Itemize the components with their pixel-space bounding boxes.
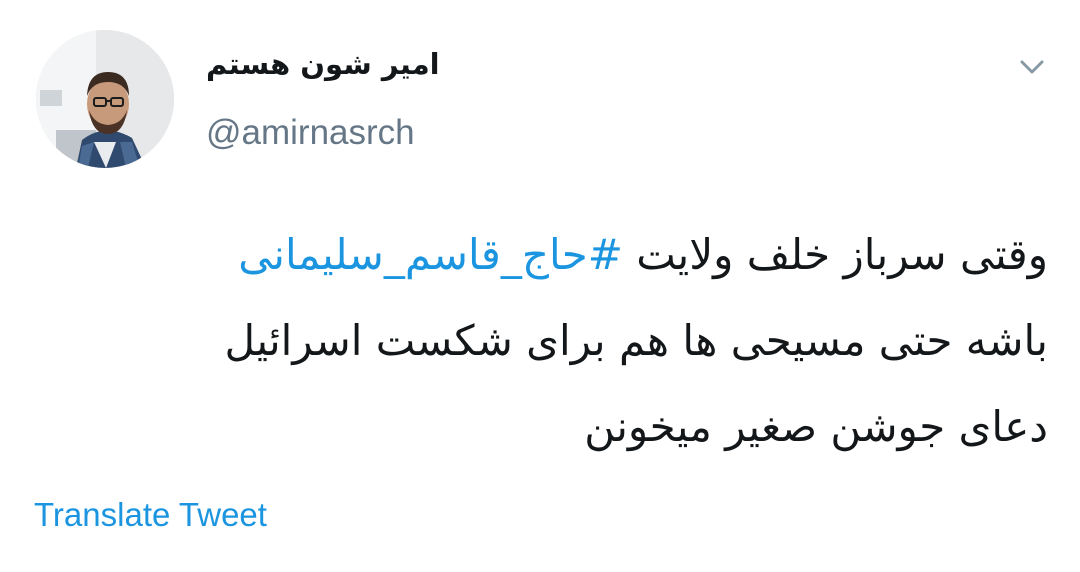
- tweet-text-line-2: باشه حتی مسیحی ها هم برای شکست اسرائیل: [224, 316, 1048, 365]
- translate-tweet-link[interactable]: Translate Tweet: [34, 494, 267, 536]
- tweet-text: وقتی سرباز خلف ولایت #حاج_قاسم_سلیمانی ب…: [40, 212, 1048, 470]
- tweet-card: امیر شون هستم @amirnasrch وقتی سرباز خلف…: [0, 0, 1080, 572]
- hashtag-link[interactable]: #حاج_قاسم_سلیمانی: [238, 230, 623, 279]
- avatar-photo: [36, 30, 174, 168]
- tweet-text-line-1: وقتی سرباز خلف ولایت #حاج_قاسم_سلیمانی: [40, 212, 1048, 298]
- tweet-text-segment: وقتی سرباز خلف ولایت: [622, 230, 1048, 279]
- avatar[interactable]: [36, 30, 174, 168]
- chevron-down-icon[interactable]: [1012, 50, 1052, 86]
- tweet-text-line-3: دعای جوشن صغیر میخونن: [584, 402, 1048, 451]
- user-handle[interactable]: @amirnasrch: [206, 110, 415, 156]
- display-name[interactable]: امیر شون هستم: [206, 42, 466, 86]
